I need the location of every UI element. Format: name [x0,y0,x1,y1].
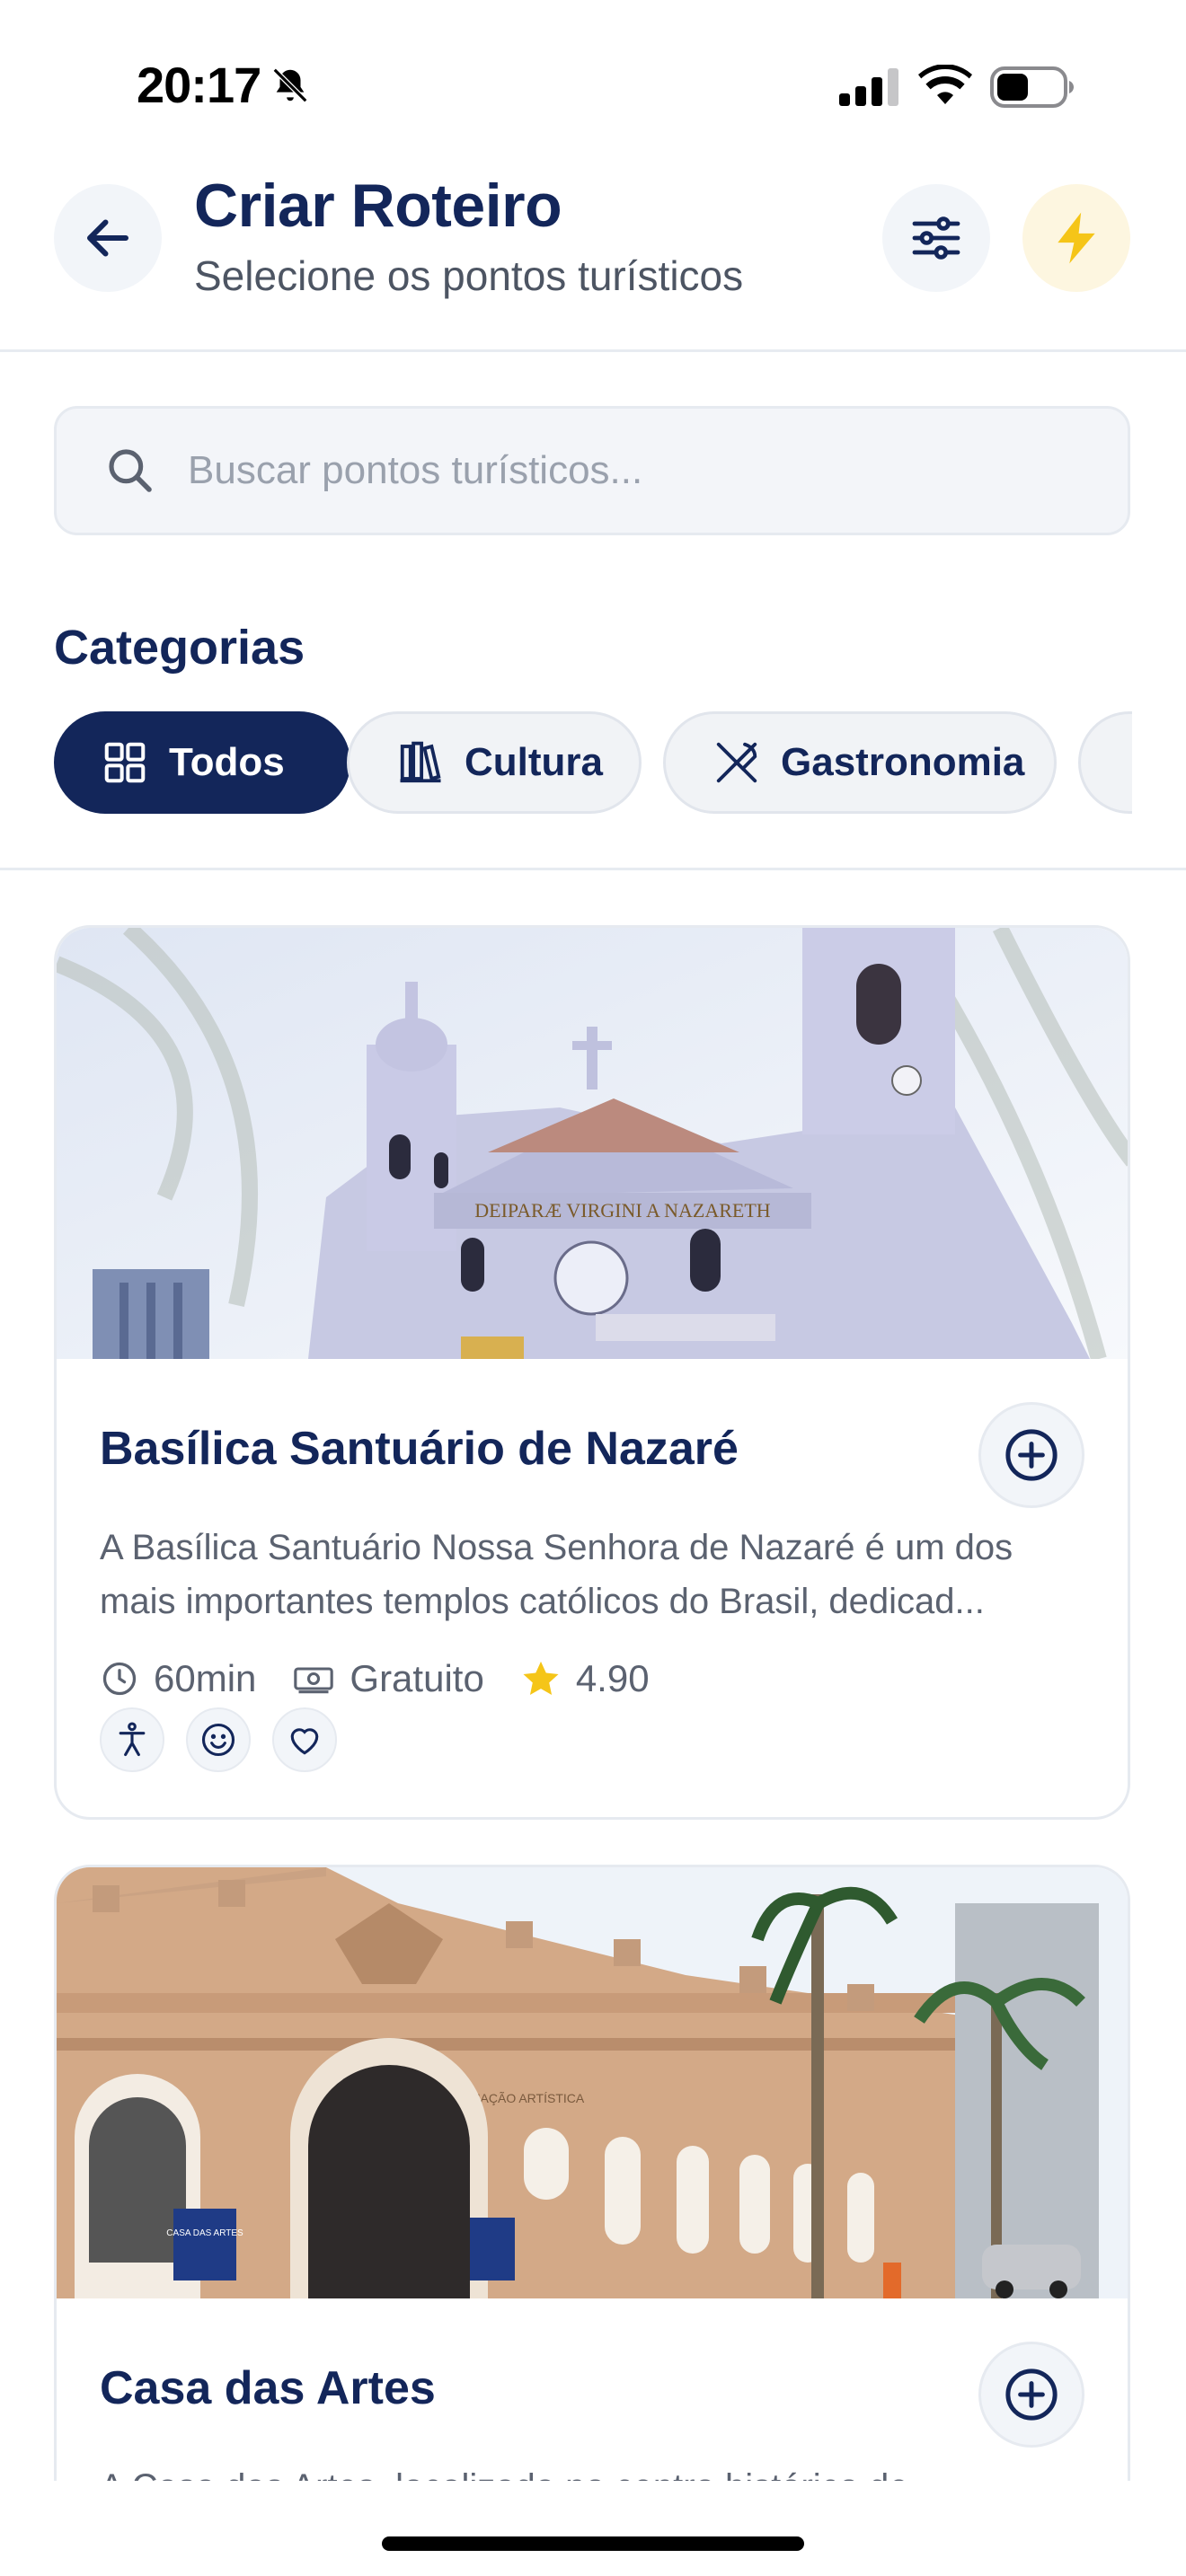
place-meta: 60min Gratuito 4.90 [100,1657,686,1700]
chip-label: Todos [169,740,285,784]
page-title: Criar Roteiro [194,172,562,240]
category-chips: Todos Cultura Gastronomia [54,711,1132,816]
lightning-icon [1058,212,1095,264]
chip-label: Gastronomia [781,740,1025,784]
categories-title: Categorias [54,621,305,675]
search-field[interactable] [54,406,1130,535]
heart-icon [290,1728,319,1755]
place-name: Basílica Santuário de Nazaré [100,1423,739,1475]
favorite-badge [272,1707,337,1772]
plus-circle-icon [1005,2369,1058,2421]
categories-divider [0,868,1186,870]
add-place-button[interactable] [978,2342,1084,2448]
duration: 60min [100,1657,256,1700]
facade-inscription: DEIPARÆ VIRGINI A NAZARETH [474,1199,771,1222]
wifi-icon [918,65,972,104]
place-description: A Basílica Santuário Nossa Senhora de Na… [100,1528,1013,1621]
home-indicator[interactable] [382,2536,804,2551]
money-icon [294,1667,334,1694]
search-input[interactable] [188,448,1086,493]
place-card[interactable]: CENTRO DE INFORMAÇÃO ARTÍSTICA CASA DAS … [54,1865,1130,2576]
bell-off-icon [272,67,308,103]
sliders-icon [912,216,960,260]
smile-icon [201,1723,235,1757]
chip-cultura[interactable]: Cultura [347,711,642,814]
place-image-basilica: DEIPARÆ VIRGINI A NAZARETH [57,928,1128,1359]
filter-button[interactable] [882,184,990,292]
header: Criar Roteiro Selecione os pontos turíst… [0,171,1186,352]
accessibility-features [100,1707,358,1772]
plus-circle-icon [1005,1429,1058,1481]
status-bar: 20:17 [0,0,1186,171]
accessibility-icon [119,1722,146,1757]
grid-icon [104,742,146,783]
library-icon [400,741,441,783]
rating-value: 4.90 [575,1657,650,1699]
basilica-photo: DEIPARÆ VIRGINI A NAZARETH [57,928,1128,1359]
price-value: Gratuito [350,1657,484,1699]
status-time: 20:17 [137,57,261,113]
place-name: Casa das Artes [100,2362,436,2414]
add-place-button[interactable] [978,1402,1084,1508]
duration-value: 60min [154,1657,257,1699]
price: Gratuito [292,1657,484,1700]
cellular-signal-icon [839,68,898,106]
chip-gastronomia[interactable]: Gastronomia [663,711,1057,814]
chip-label: Cultura [465,740,603,784]
arrow-left-icon [87,219,128,257]
quick-route-button[interactable] [1022,184,1130,292]
place-image-casa-das-artes: CENTRO DE INFORMAÇÃO ARTÍSTICA CASA DAS … [57,1867,1128,2298]
clock-icon [102,1662,137,1696]
star-icon [523,1661,559,1696]
place-card[interactable]: DEIPARÆ VIRGINI A NAZARETH Basílica Sant… [54,925,1130,1820]
battery-icon [990,66,1074,108]
casa-das-artes-photo: CENTRO DE INFORMAÇÃO ARTÍSTICA CASA DAS … [57,1867,1128,2298]
back-button[interactable] [54,184,162,292]
page-subtitle: Selecione os pontos turísticos [194,252,744,299]
family-friendly-badge [186,1707,251,1772]
accessibility-badge [100,1707,164,1772]
bottom-safe-area [0,2481,1186,2576]
chip-todos[interactable]: Todos [54,711,350,814]
search-icon [109,449,152,492]
chip-more[interactable] [1078,711,1132,814]
utensils-icon [716,742,757,783]
rating: 4.90 [520,1657,650,1700]
casa-das-artes-sign: CASA DAS ARTES [166,2228,243,2238]
